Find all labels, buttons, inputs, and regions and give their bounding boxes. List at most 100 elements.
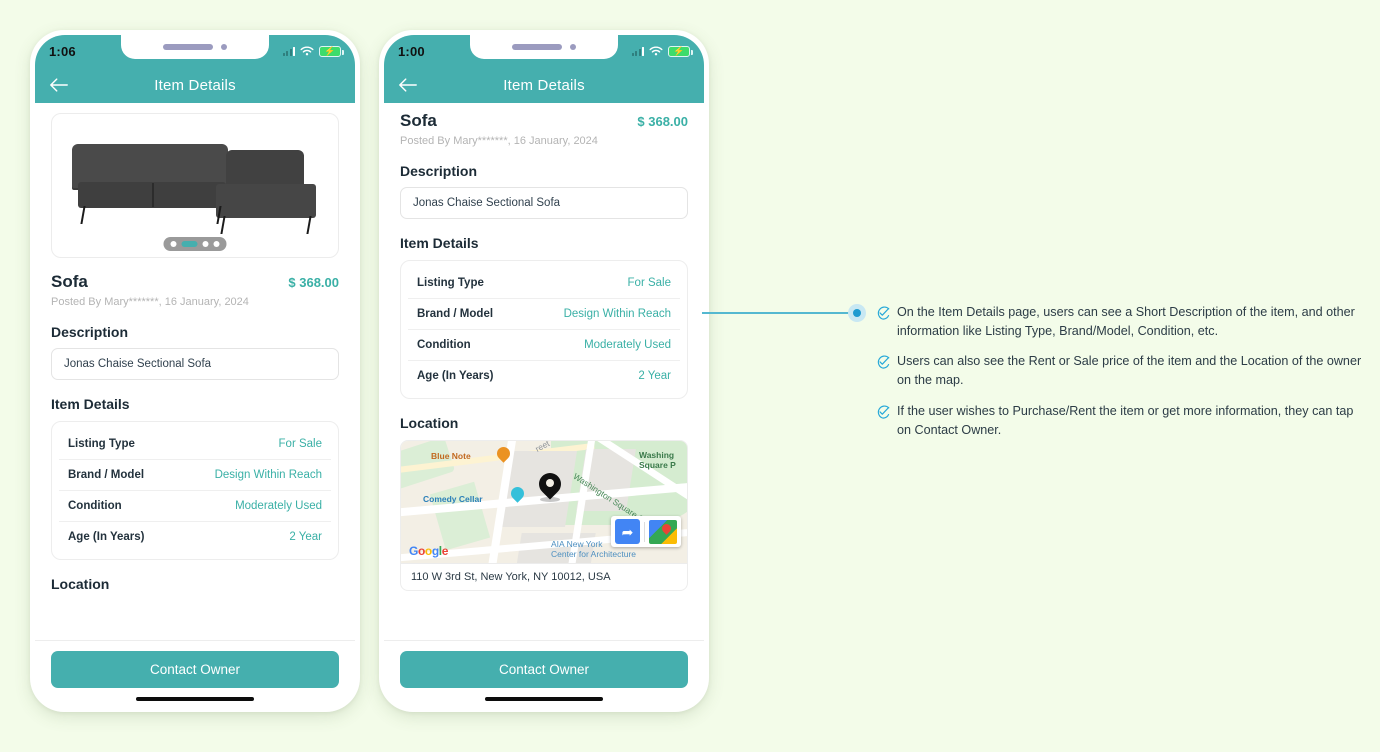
- table-row: Brand / Model Design Within Reach: [408, 299, 680, 330]
- phone-1-footer: Contact Owner: [35, 640, 355, 707]
- map-label-comedy-cellar: Comedy Cellar: [423, 494, 483, 504]
- app-bar: Item Details: [384, 67, 704, 103]
- detail-key: Brand / Model: [417, 308, 494, 320]
- speaker-grill-icon: [512, 44, 562, 50]
- table-row: Condition Moderately Used: [408, 330, 680, 361]
- detail-value: For Sale: [627, 277, 671, 289]
- signal-bars-icon: [631, 46, 644, 56]
- description-field[interactable]: Jonas Chaise Sectional Sofa: [51, 348, 339, 380]
- check-circle-icon: [877, 306, 890, 320]
- detail-key: Condition: [68, 500, 122, 512]
- phone-mockup-1: 1:06 ⚡ Item Details Sofa $ 368.00 Posted…: [30, 30, 360, 712]
- battery-bolt-glyph: ⚡: [673, 45, 685, 56]
- description-heading: Description: [51, 324, 129, 340]
- table-row: Listing Type For Sale: [59, 429, 331, 460]
- front-camera-icon: [221, 44, 227, 50]
- table-row: Brand / Model Design Within Reach: [59, 460, 331, 491]
- poi-blue-note-icon: [494, 444, 513, 464]
- detail-value: Moderately Used: [584, 339, 671, 351]
- google-maps-icon[interactable]: [649, 519, 677, 544]
- carousel-dot[interactable]: [170, 241, 177, 247]
- item-details-heading: Item Details: [400, 235, 479, 251]
- carousel-dots[interactable]: [163, 237, 227, 251]
- detail-key: Age (In Years): [417, 370, 494, 382]
- detail-value: For Sale: [278, 438, 322, 450]
- status-clock: 1:00: [398, 43, 425, 59]
- phone-mockup-2: 1:00 ⚡ Item Details Sofa $ 368.00 Posted…: [379, 30, 709, 712]
- item-posted-by: Posted By Mary*******, 16 January, 2024: [400, 135, 598, 147]
- google-map[interactable]: reet Blue Note Comedy Cellar Washing Squ…: [401, 441, 687, 563]
- item-details-card: Listing Type For Sale Brand / Model Desi…: [51, 421, 339, 560]
- device-notch: [121, 35, 269, 59]
- item-header: Sofa $ 368.00: [51, 272, 339, 292]
- description-heading: Description: [400, 163, 478, 179]
- detail-key: Condition: [417, 339, 471, 351]
- sofa-photo: [68, 138, 322, 234]
- speaker-grill-icon: [163, 44, 213, 50]
- table-row: Listing Type For Sale: [408, 268, 680, 299]
- detail-key: Age (In Years): [68, 531, 145, 543]
- wifi-icon: [300, 45, 314, 55]
- location-map-card: reet Blue Note Comedy Cellar Washing Squ…: [400, 440, 688, 591]
- back-arrow-icon[interactable]: [398, 77, 418, 93]
- carousel-dot[interactable]: [213, 241, 220, 247]
- phone-2-content: Sofa $ 368.00 Posted By Mary*******, 16 …: [384, 103, 704, 640]
- page-title: Item Details: [154, 76, 236, 94]
- map-action-buttons[interactable]: ➦: [611, 516, 681, 547]
- detail-value: 2 Year: [638, 370, 671, 382]
- item-details-heading: Item Details: [51, 396, 130, 412]
- page-title: Item Details: [503, 76, 585, 94]
- front-camera-icon: [570, 44, 576, 50]
- item-header: Sofa $ 368.00: [400, 111, 688, 131]
- detail-key: Listing Type: [417, 277, 484, 289]
- item-title: Sofa: [51, 272, 88, 291]
- item-price: $ 368.00: [288, 275, 339, 290]
- detail-value: 2 Year: [289, 531, 322, 543]
- list-item: On the Item Details page, users can see …: [876, 303, 1368, 341]
- signal-bars-icon: [282, 46, 295, 56]
- detail-key: Listing Type: [68, 438, 135, 450]
- screenshot-stage: 1:06 ⚡ Item Details Sofa $ 368.00 Posted…: [0, 0, 1380, 752]
- item-image-carousel[interactable]: [51, 113, 339, 258]
- annotation-text: Users can also see the Rent or Sale pric…: [897, 354, 1362, 388]
- table-row: Age (In Years) 2 Year: [408, 361, 680, 391]
- table-row: Condition Moderately Used: [59, 491, 331, 522]
- status-bar: 1:00 ⚡: [384, 35, 704, 67]
- carousel-dot[interactable]: [202, 241, 209, 247]
- annotation-notes: On the Item Details page, users can see …: [876, 303, 1368, 440]
- carousel-dot-active[interactable]: [181, 241, 198, 247]
- description-field[interactable]: Jonas Chaise Sectional Sofa: [400, 187, 688, 219]
- phone-1-screen: 1:06 ⚡ Item Details Sofa $ 368.00 Posted…: [35, 35, 355, 707]
- location-heading: Location: [400, 415, 459, 431]
- battery-charging-icon: ⚡: [319, 45, 344, 57]
- annotation-text: If the user wishes to Purchase/Rent the …: [897, 403, 1354, 437]
- contact-owner-button[interactable]: Contact Owner: [400, 651, 688, 688]
- map-pin-icon: [534, 468, 566, 503]
- directions-arrow-icon[interactable]: ➦: [615, 519, 640, 544]
- table-row: Age (In Years) 2 Year: [59, 522, 331, 552]
- contact-owner-button[interactable]: Contact Owner: [51, 651, 339, 688]
- phone-1-content: Sofa $ 368.00 Posted By Mary*******, 16 …: [35, 103, 355, 640]
- item-price: $ 368.00: [637, 114, 688, 129]
- location-heading: Location: [51, 576, 110, 592]
- item-details-card: Listing Type For Sale Brand / Model Desi…: [400, 260, 688, 399]
- annotation-connector-line: [702, 312, 850, 314]
- home-indicator: [485, 697, 603, 701]
- status-clock: 1:06: [49, 43, 76, 59]
- poi-comedy-cellar-icon: [508, 484, 527, 504]
- location-address: 110 W 3rd St, New York, NY 10012, USA: [401, 563, 687, 590]
- annotation-text: On the Item Details page, users can see …: [897, 305, 1355, 339]
- detail-key: Brand / Model: [68, 469, 145, 481]
- home-indicator: [136, 697, 254, 701]
- phone-2-footer: Contact Owner: [384, 640, 704, 707]
- item-title: Sofa: [400, 111, 437, 130]
- detail-value: Moderately Used: [235, 500, 322, 512]
- back-arrow-icon[interactable]: [49, 77, 69, 93]
- phone-2-screen: 1:00 ⚡ Item Details Sofa $ 368.00 Posted…: [384, 35, 704, 707]
- battery-bolt-glyph: ⚡: [324, 45, 336, 56]
- annotation-anchor-dot: [848, 304, 866, 322]
- google-logo: Google: [409, 544, 448, 558]
- detail-value: Design Within Reach: [214, 469, 322, 481]
- device-notch: [470, 35, 618, 59]
- wifi-icon: [649, 45, 663, 55]
